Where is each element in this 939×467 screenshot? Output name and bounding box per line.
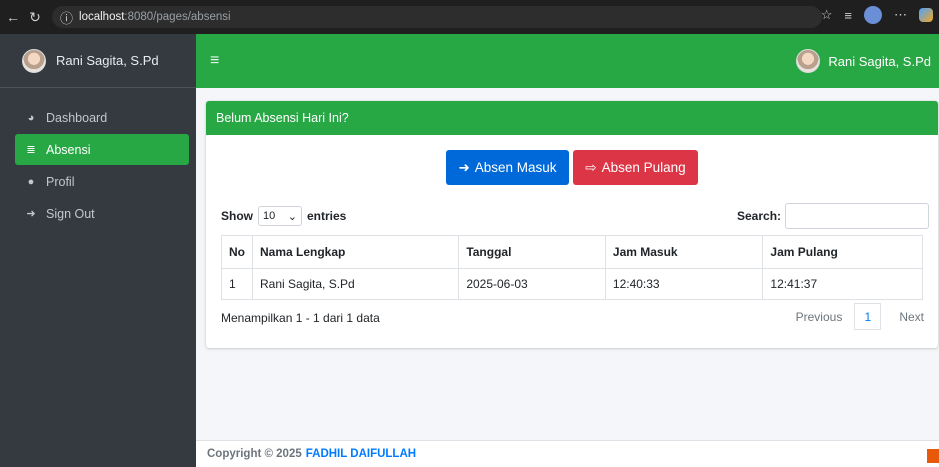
database-icon: ≣ [26, 144, 36, 156]
navbar-user[interactable]: Rani Sagita, S.Pd [796, 49, 931, 73]
table-cell: 1 [221, 268, 253, 300]
footer-copyright: Copyright © 2025 [207, 448, 302, 460]
show-label: Show [221, 209, 253, 223]
absensi-table: No Nama Lengkap Tanggal Jam Masuk Jam Pu… [221, 235, 923, 300]
sidebar-item-dashboard[interactable]: ◕ Dashboard [15, 102, 189, 133]
search-control: Search: [737, 203, 930, 229]
sidebar: Rani Sagita, S.Pd ◕ Dashboard ≣ Absensi … [0, 34, 196, 467]
absen-masuk-button[interactable]: ➜ Absen Masuk [446, 150, 569, 185]
table-cell: 12:41:37 [762, 268, 923, 300]
absen-pulang-button[interactable]: ⇨ Absen Pulang [573, 150, 698, 185]
sidebar-user-name: Rani Sagita, S.Pd [56, 53, 159, 68]
url-path: :8080/pages/absensi [124, 11, 231, 23]
pagination-page[interactable]: 1 [854, 303, 882, 330]
menu-toggle-icon[interactable]: ≡ [210, 52, 219, 70]
back-icon[interactable]: ← [4, 8, 22, 26]
sidebar-item-label: Profil [46, 174, 75, 189]
column-header[interactable]: Tanggal [458, 235, 606, 269]
navbar-user-name: Rani Sagita, S.Pd [828, 53, 931, 69]
table-info: Menampilkan 1 - 1 dari 1 data [221, 311, 380, 325]
column-header[interactable]: Jam Masuk [604, 235, 764, 269]
table-header-row: No Nama Lengkap Tanggal Jam Masuk Jam Pu… [221, 235, 923, 269]
column-header[interactable]: Nama Lengkap [251, 235, 460, 269]
footer-author-link[interactable]: FADHIL DAIFULLAH [306, 448, 416, 460]
sign-in-icon: ➜ [458, 159, 470, 175]
back-to-top-icon[interactable] [927, 449, 939, 463]
sign-out-icon: ⇨ [585, 159, 597, 175]
pagination: Previous 1 Next [784, 303, 924, 330]
sidebar-nav: ◕ Dashboard ≣ Absensi ● Profil ➜ Sign Ou… [0, 88, 196, 229]
sidebar-item-label: Sign Out [46, 206, 95, 221]
footer: Copyright © 2025 FADHIL DAIFULLAH [196, 440, 939, 467]
entries-label: entries [307, 209, 347, 223]
table-row: 1 Rani Sagita, S.Pd 2025-06-03 12:40:33 … [221, 268, 923, 300]
top-navbar: ≡ Rani Sagita, S.Pd [196, 34, 939, 88]
absensi-card: Belum Absensi Hari Ini? ➜ Absen Masuk ⇨ … [206, 101, 938, 348]
table-cell: Rani Sagita, S.Pd [251, 268, 460, 300]
entries-control: Show 10 ⌄ entries [221, 206, 346, 226]
card-title: Belum Absensi Hari Ini? [206, 101, 938, 135]
absen-masuk-label: Absen Masuk [474, 160, 557, 175]
more-icon[interactable]: ⋯ [894, 7, 907, 23]
table-cell: 2025-06-03 [458, 268, 606, 300]
entries-value: 10 [263, 210, 276, 222]
absen-pulang-label: Absen Pulang [601, 160, 686, 175]
info-icon[interactable]: ⓘ [60, 8, 73, 27]
search-label: Search: [737, 209, 782, 223]
sidebar-item-label: Dashboard [46, 110, 108, 125]
favorite-star-icon[interactable]: ☆ [821, 7, 833, 23]
user-icon: ● [27, 175, 35, 188]
address-bar[interactable]: ⓘ localhost:8080/pages/absensi [52, 6, 822, 28]
column-header[interactable]: No [221, 235, 253, 269]
sidebar-item-sign-out[interactable]: ➜ Sign Out [15, 198, 189, 229]
tachometer-icon: ◕ [27, 111, 35, 124]
pagination-previous[interactable]: Previous [784, 310, 855, 324]
sidebar-item-profil[interactable]: ● Profil [15, 166, 189, 197]
entries-select[interactable]: 10 ⌄ [258, 206, 302, 226]
avatar [796, 49, 821, 73]
sidebar-item-absensi[interactable]: ≣ Absensi [15, 134, 189, 165]
copilot-icon[interactable] [919, 8, 933, 22]
url-host: localhost [79, 11, 125, 23]
search-input[interactable] [785, 203, 930, 229]
favorites-list-icon[interactable]: ≡ [844, 8, 852, 23]
sidebar-item-label: Absensi [46, 142, 91, 157]
chevron-down-icon: ⌄ [287, 210, 297, 223]
sidebar-user[interactable]: Rani Sagita, S.Pd [0, 34, 196, 88]
browser-toolbar: ← ↻ ⓘ localhost:8080/pages/absensi ☆ ≡ ⋯ [0, 0, 939, 34]
reload-icon[interactable]: ↻ [26, 8, 44, 26]
column-header[interactable]: Jam Pulang [762, 235, 923, 269]
pagination-next[interactable]: Next [881, 310, 924, 324]
table-cell: 12:40:33 [604, 268, 764, 300]
browser-profile-icon[interactable] [864, 6, 882, 24]
avatar [22, 48, 46, 73]
sign-out-icon: ➜ [26, 208, 36, 220]
